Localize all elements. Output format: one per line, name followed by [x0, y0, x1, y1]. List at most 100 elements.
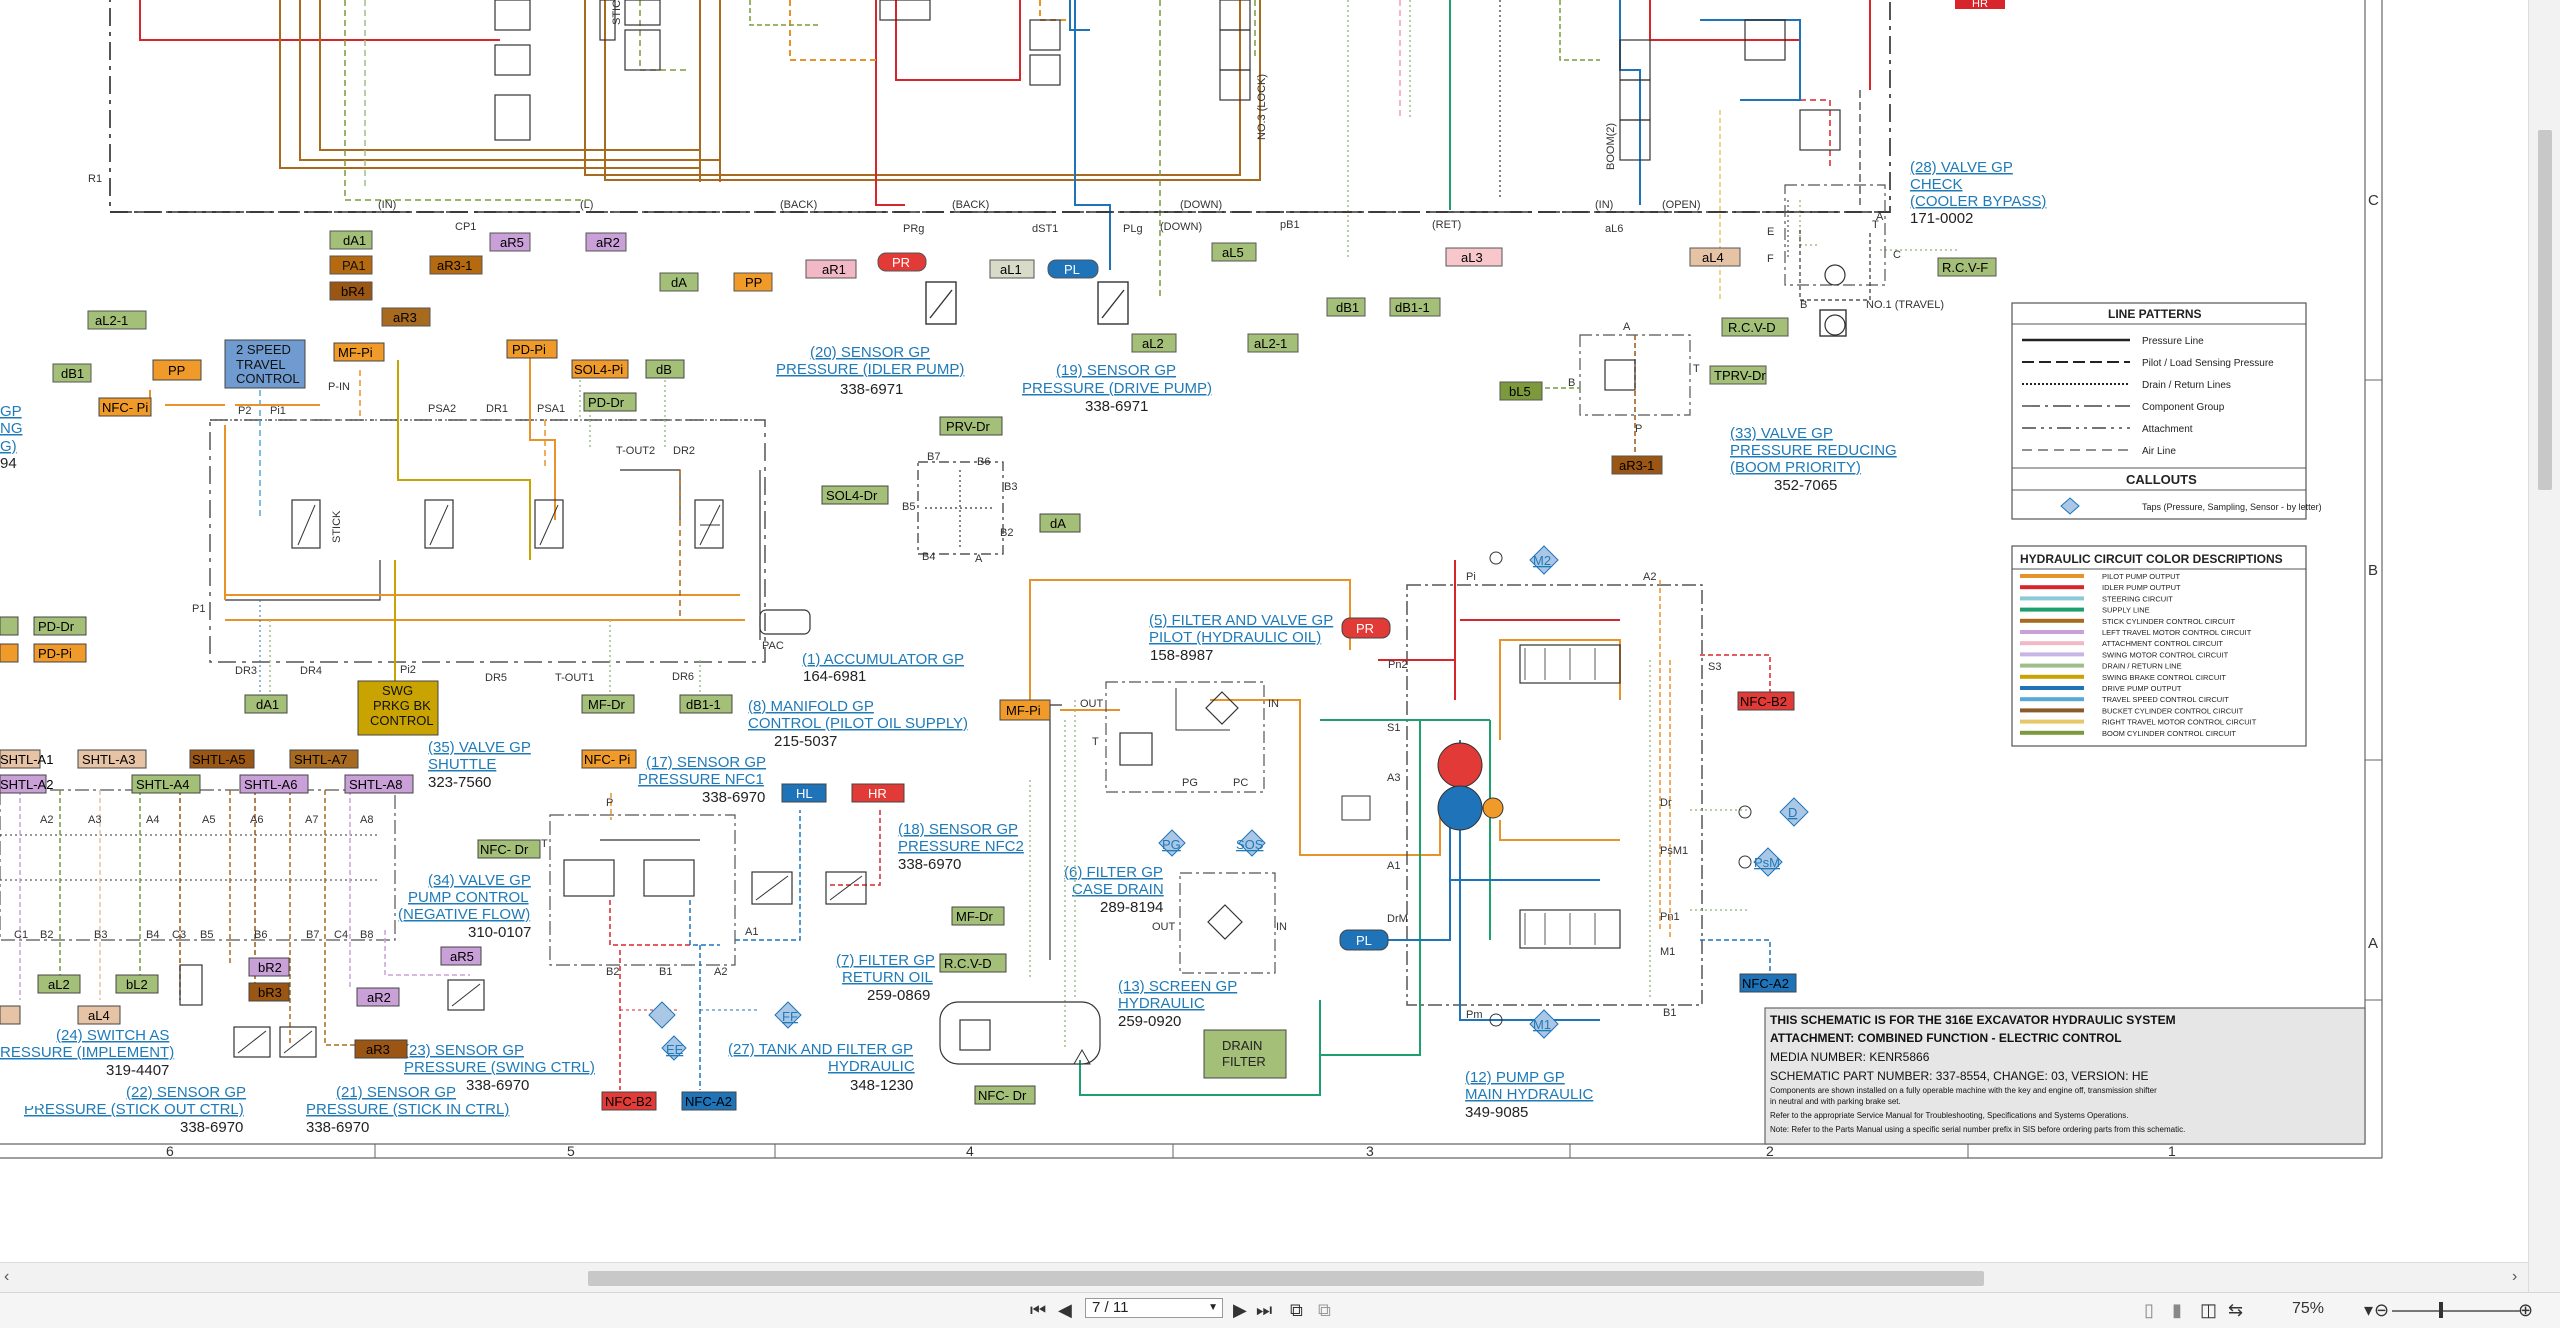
svg-text:(1) ACCUMULATOR GP: (1) ACCUMULATOR GP — [802, 651, 964, 668]
svg-text:R.C.V-F: R.C.V-F — [1942, 260, 1988, 275]
svg-text:Note: Refer to the Parts Manua: Note: Refer to the Parts Manual using a … — [1770, 1125, 2185, 1134]
next-page-icon[interactable]: ▶ — [1233, 1301, 1247, 1319]
svg-text:LINE PATTERNS: LINE PATTERNS — [2108, 307, 2202, 321]
svg-text:aR3: aR3 — [393, 310, 417, 325]
svg-text:CONTROL (PILOT OIL SUPPLY): CONTROL (PILOT OIL SUPPLY) — [748, 715, 968, 732]
svg-text:319-4407: 319-4407 — [106, 1062, 169, 1079]
svg-text:PRg: PRg — [903, 223, 924, 235]
zoom-in-icon[interactable]: ⊕ — [2518, 1301, 2533, 1319]
svg-text:PRESSURE NFC1: PRESSURE NFC1 — [638, 771, 764, 788]
svg-text:in neutral and with parking br: in neutral and with parking brake set. — [1770, 1097, 1901, 1106]
page-number-field[interactable]: 7 / 11 ▼ — [1085, 1298, 1223, 1318]
svg-text:Taps (Pressure, Sampling, Sens: Taps (Pressure, Sampling, Sensor - by le… — [2142, 502, 2322, 512]
svg-text:GP: GP — [0, 403, 22, 420]
svg-text:B6: B6 — [977, 456, 990, 468]
svg-text:D: D — [1788, 805, 1797, 820]
svg-text:SOL4-Pi: SOL4-Pi — [574, 362, 623, 377]
fit-width-icon[interactable]: ⇆ — [2228, 1301, 2243, 1319]
svg-text:SHTL-A2: SHTL-A2 — [0, 777, 53, 792]
svg-text:P-IN: P-IN — [328, 381, 350, 393]
svg-text:A: A — [1623, 321, 1631, 333]
svg-text:B1: B1 — [1663, 1007, 1676, 1019]
svg-text:338-6971: 338-6971 — [840, 381, 903, 398]
scroll-right-arrow-icon[interactable]: › — [2512, 1268, 2517, 1286]
svg-text:PsM1: PsM1 — [1660, 845, 1688, 857]
svg-text:dB: dB — [656, 362, 672, 377]
svg-text:338-6971: 338-6971 — [1085, 398, 1148, 415]
svg-text:aL5: aL5 — [1222, 245, 1244, 260]
fit-page-icon[interactable]: ⧉ — [1318, 1301, 1331, 1319]
svg-text:HL: HL — [796, 786, 813, 801]
vertical-scrollbar[interactable] — [2528, 0, 2560, 1292]
legend-label: BUCKET CYLINDER CONTROL CIRCUIT — [2102, 706, 2244, 715]
previous-page-icon[interactable]: ◀ — [1058, 1301, 1072, 1319]
zoom-out-icon[interactable]: ⊖ — [2374, 1301, 2389, 1319]
svg-text:RETURN OIL: RETURN OIL — [842, 969, 933, 986]
horizontal-scroll-thumb[interactable] — [588, 1271, 1984, 1286]
svg-text:DRAIN: DRAIN — [1222, 1038, 1262, 1053]
svg-text:DrM: DrM — [1387, 913, 1408, 925]
zone-letter: A — [2368, 935, 2378, 952]
zoom-slider-knob[interactable] — [2438, 1302, 2443, 1318]
zone-number: 1 — [2168, 1143, 2176, 1159]
svg-text:dA1: dA1 — [256, 697, 279, 712]
svg-text:158-8987: 158-8987 — [1150, 647, 1213, 664]
first-page-icon[interactable]: ⏮ — [1030, 1301, 1046, 1319]
svg-text:289-8194: 289-8194 — [1100, 899, 1163, 916]
svg-text:(27) TANK AND FILTER GP: (27) TANK AND FILTER GP — [728, 1041, 913, 1058]
svg-text:HYDRAULIC: HYDRAULIC — [828, 1058, 915, 1075]
svg-text:B5: B5 — [200, 929, 213, 941]
horizontal-scrollbar[interactable]: ‹ › — [0, 1262, 2528, 1293]
legend-swatch — [2020, 641, 2084, 646]
single-page-view-icon[interactable]: ▯ — [2144, 1301, 2154, 1319]
last-page-icon[interactable]: ⏭ — [1256, 1301, 1272, 1319]
legend-label: STICK CYLINDER CONTROL CIRCUIT — [2102, 617, 2235, 626]
svg-text:R.C.V-D: R.C.V-D — [944, 956, 992, 971]
svg-text:FF: FF — [782, 1009, 798, 1024]
svg-text:dST1: dST1 — [1032, 223, 1058, 235]
svg-text:OUT: OUT — [1080, 698, 1104, 710]
svg-text:MEDIA NUMBER: KENR5866: MEDIA NUMBER: KENR5866 — [1770, 1050, 1930, 1064]
svg-text:2 SPEED: 2 SPEED — [236, 342, 291, 357]
zoom-dropdown-icon[interactable]: ▾ — [2364, 1301, 2373, 1319]
svg-text:A2: A2 — [714, 966, 727, 978]
svg-text:Refer to the appropriate Servi: Refer to the appropriate Service Manual … — [1770, 1111, 2128, 1120]
svg-text:bR3: bR3 — [258, 985, 282, 1000]
rotate-page-icon[interactable]: ⧉ — [1290, 1301, 1303, 1319]
legend-swatch — [2020, 663, 2084, 668]
svg-text:DR6: DR6 — [672, 671, 694, 683]
legend-swatch — [2020, 585, 2084, 590]
page-dropdown-icon[interactable]: ▼ — [1208, 1299, 1218, 1317]
svg-text:FILTER: FILTER — [1222, 1054, 1266, 1069]
legend-swatch — [2020, 574, 2084, 578]
svg-text:PSA2: PSA2 — [428, 403, 456, 415]
svg-text:(IN): (IN) — [378, 199, 396, 211]
svg-text:DR1: DR1 — [486, 403, 508, 415]
zoom-slider[interactable] — [2392, 1310, 2520, 1312]
legend-swatch — [2020, 630, 2084, 634]
svg-text:dB1: dB1 — [61, 366, 84, 381]
svg-text:(COOLER BYPASS): (COOLER BYPASS) — [1910, 193, 2046, 210]
legend-swatch — [2020, 618, 2084, 623]
zoom-level[interactable]: 75% — [2292, 1300, 2324, 1318]
svg-text:B8: B8 — [360, 929, 373, 941]
svg-text:PG: PG — [1182, 777, 1198, 789]
svg-text:(BOOM PRIORITY): (BOOM PRIORITY) — [1730, 459, 1861, 476]
svg-text:338-6970: 338-6970 — [466, 1077, 529, 1094]
continuous-view-icon[interactable]: ▮ — [2172, 1301, 2182, 1319]
svg-text:NFC-B2: NFC-B2 — [605, 1094, 652, 1109]
svg-text:SWG: SWG — [382, 683, 413, 698]
document-viewer[interactable]: C B A 6 5 4 3 2 1 STICK(2) NO.3 (LOCK) B… — [0, 0, 2560, 1327]
schematic-sheet: C B A 6 5 4 3 2 1 STICK(2) NO.3 (LOCK) B… — [0, 0, 2528, 1262]
scroll-left-arrow-icon[interactable]: ‹ — [4, 1268, 9, 1286]
svg-text:(12) PUMP GP: (12) PUMP GP — [1465, 1069, 1565, 1086]
svg-text:(34) VALVE GP: (34) VALVE GP — [428, 872, 531, 889]
vertical-scroll-thumb[interactable] — [2538, 130, 2552, 490]
svg-text:B7: B7 — [927, 451, 940, 463]
two-page-view-icon[interactable]: ◫ — [2200, 1301, 2217, 1319]
svg-text:Components are shown installed: Components are shown installed on a full… — [1770, 1086, 2157, 1095]
legend-swatch — [2020, 607, 2084, 612]
svg-text:(18) SENSOR GP: (18) SENSOR GP — [898, 821, 1018, 838]
zone-letter: C — [2368, 192, 2379, 209]
svg-text:PAC: PAC — [762, 640, 784, 652]
